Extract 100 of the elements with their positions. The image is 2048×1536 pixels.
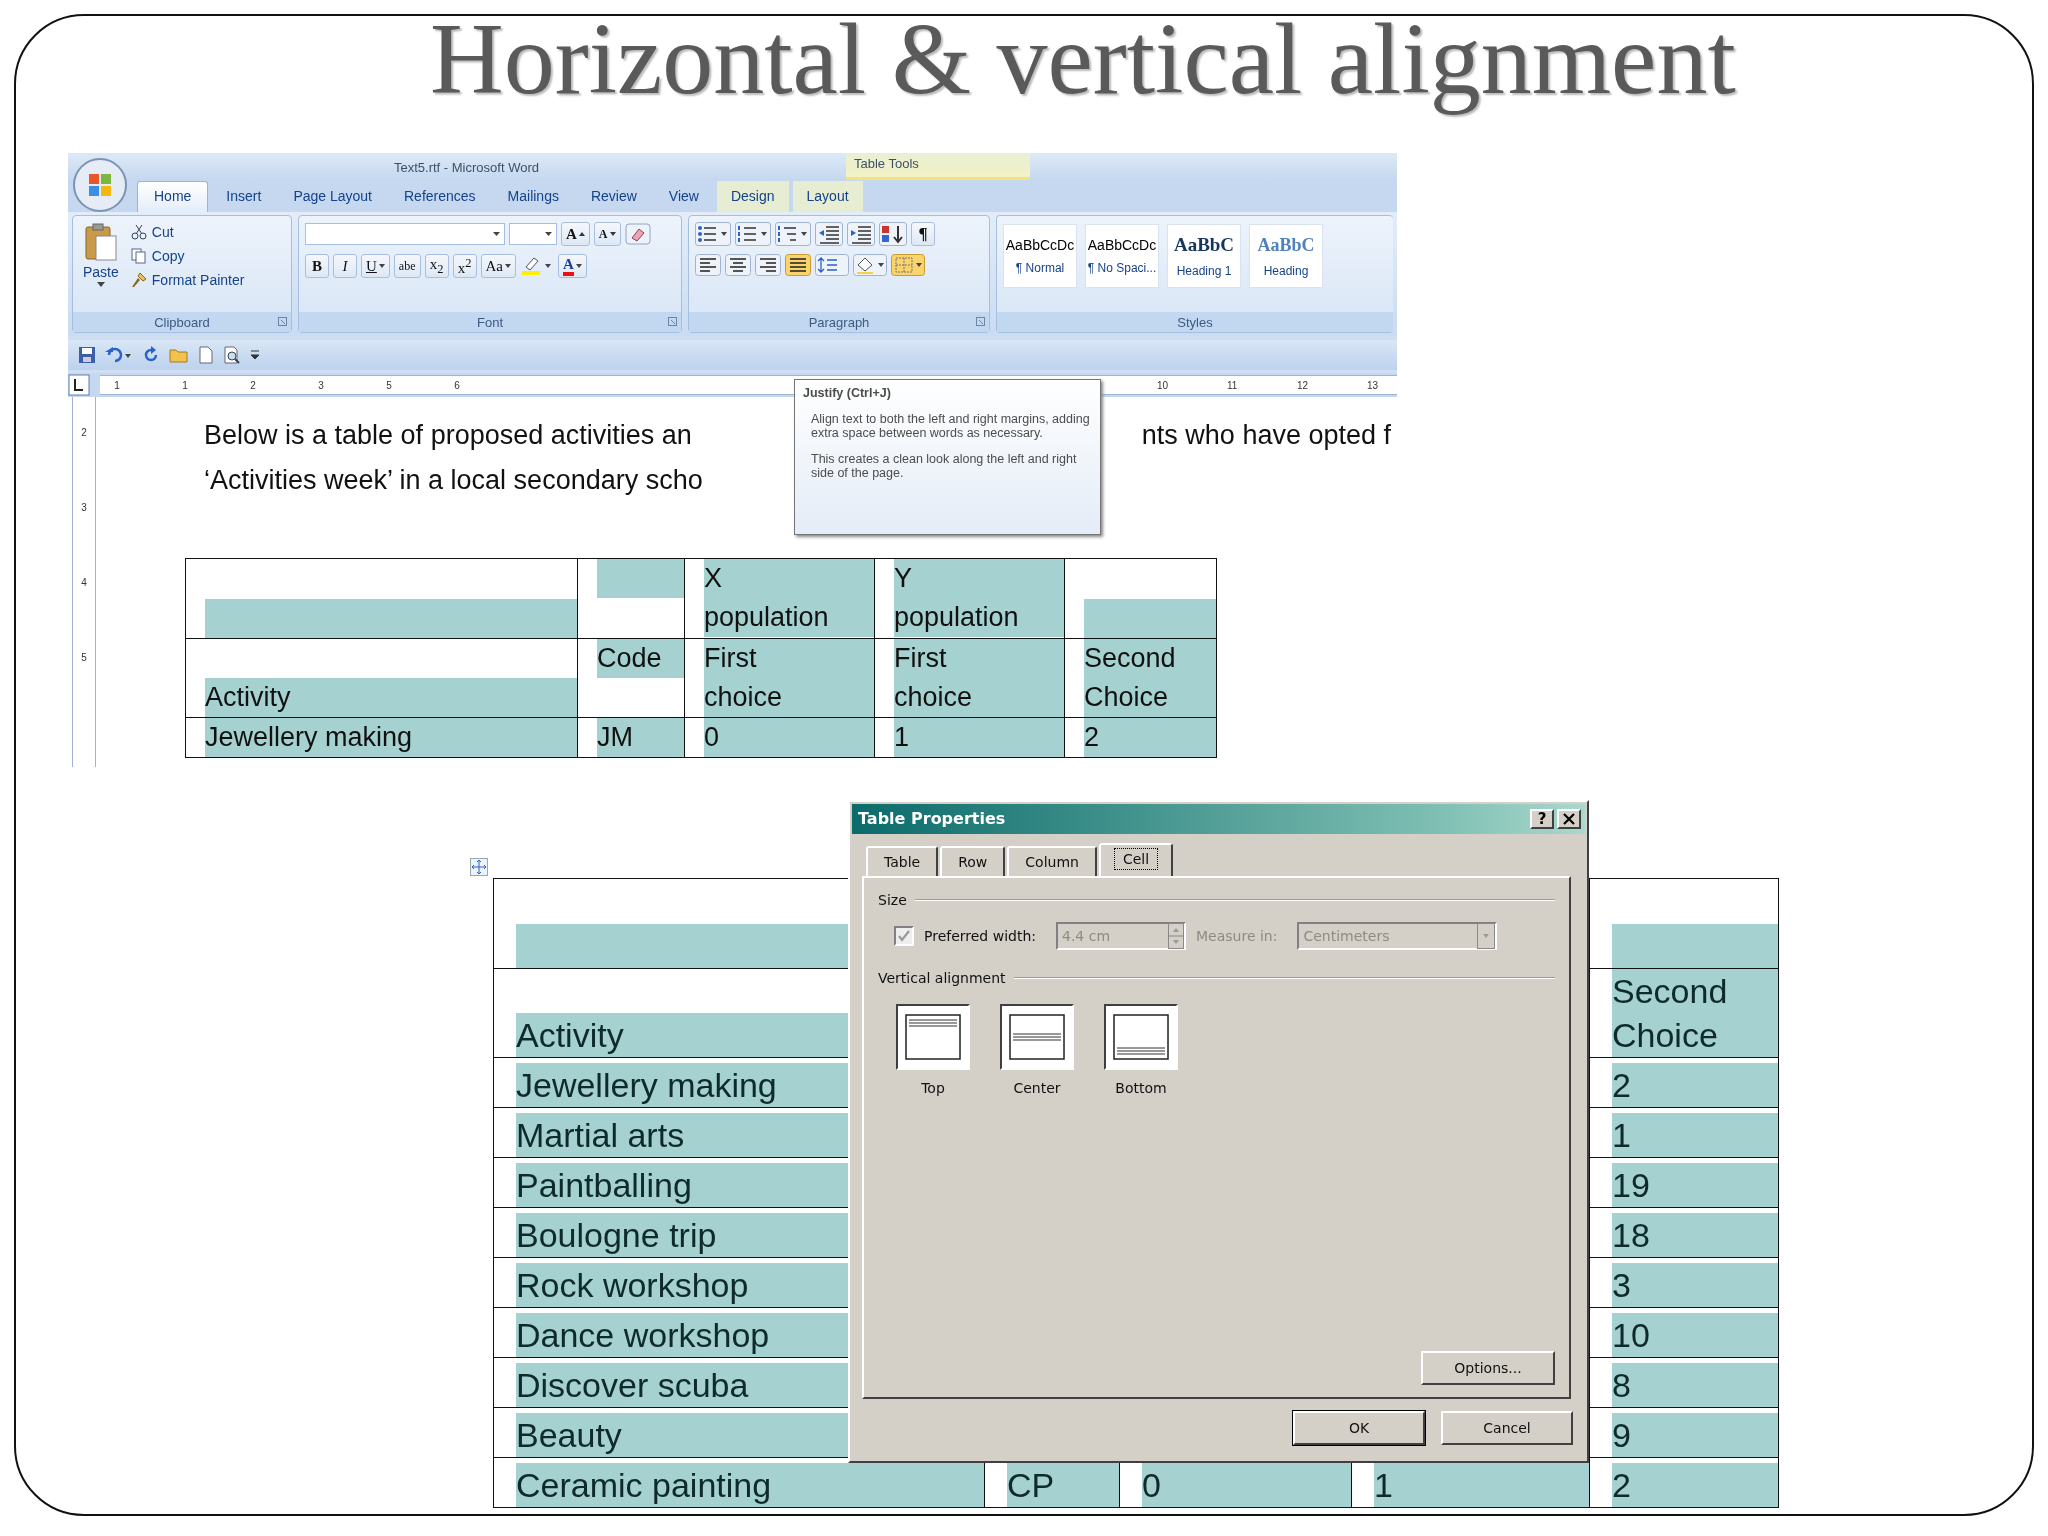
highlighter-icon[interactable]: [520, 255, 554, 277]
font-size-field[interactable]: [509, 223, 557, 245]
numbered-list-icon[interactable]: [735, 222, 771, 246]
multilevel-list-icon[interactable]: [775, 222, 811, 246]
copy-icon: [130, 248, 147, 264]
ribbon-tab[interactable]: Layout: [792, 181, 863, 212]
redo-icon[interactable]: [142, 346, 160, 364]
style-tile[interactable]: AaBbC Heading: [1249, 224, 1323, 288]
grow-font-button[interactable]: A: [561, 222, 590, 246]
ribbon-tab[interactable]: Review: [576, 181, 651, 212]
eraser-icon[interactable]: [624, 223, 651, 245]
table-cell: Second Choice: [1589, 968, 1779, 1058]
style-tile[interactable]: AaBbCcDc ¶ No Spaci...: [1085, 224, 1159, 288]
bullet-list-icon[interactable]: [695, 222, 731, 246]
decrease-indent-icon[interactable]: [815, 222, 843, 246]
dialog-button[interactable]: Cancel: [1441, 1410, 1573, 1445]
tab-selector-icon[interactable]: [68, 374, 90, 396]
table-cell: 8: [1589, 1357, 1779, 1408]
up-triangle-icon: [578, 232, 585, 236]
contextual-tab-header: Table Tools: [846, 153, 1030, 180]
scissors-icon: [130, 224, 147, 240]
document-icon[interactable]: [198, 346, 214, 364]
table-cell: Ceramic painting: [493, 1457, 985, 1508]
paint-bucket-icon[interactable]: [853, 254, 887, 276]
format-button[interactable]: U: [361, 254, 390, 278]
ribbon-tab[interactable]: Design: [716, 181, 789, 212]
align-right-icon[interactable]: [755, 254, 781, 276]
alignment-option-button[interactable]: [1000, 1003, 1074, 1070]
dialog-launcher-icon[interactable]: [278, 317, 287, 326]
format-button[interactable]: Aa: [480, 254, 516, 278]
alignment-option-button[interactable]: [896, 1003, 970, 1070]
clipboard-command[interactable]: Cut: [128, 222, 247, 242]
table-cell: First choice: [684, 638, 875, 718]
shrink-font-button[interactable]: A: [593, 222, 621, 246]
ribbon-tab[interactable]: Mailings: [493, 181, 573, 212]
dialog-tab[interactable]: Table: [866, 845, 939, 876]
slide-title: Horizontal & vertical alignment: [430, 1, 1736, 117]
paste-button[interactable]: Paste: [79, 222, 123, 306]
format-button[interactable]: x$^{2}$: [452, 254, 477, 278]
caret-icon: [505, 264, 511, 268]
ribbon-tab[interactable]: Page Layout: [279, 181, 386, 212]
font-color-button[interactable]: A: [558, 254, 587, 278]
table-cell: 3: [1589, 1257, 1779, 1308]
dialog-launcher-icon[interactable]: [976, 317, 985, 326]
body-text: nts who have opted f: [1141, 419, 1391, 452]
caret-icon: [96, 282, 105, 287]
line-spacing-icon[interactable]: [815, 254, 849, 276]
down-triangle-icon: [609, 232, 616, 236]
format-button[interactable]: abe: [393, 254, 421, 278]
dialog-tab[interactable]: Cell: [1098, 842, 1174, 876]
align-center-icon[interactable]: [725, 254, 751, 276]
clipboard-command[interactable]: Format Painter: [128, 270, 247, 290]
option-label: Top: [921, 1079, 945, 1096]
increase-indent-icon[interactable]: [847, 222, 875, 246]
dialog-tab[interactable]: Row: [940, 845, 1006, 876]
table-cell: 9: [1589, 1407, 1779, 1458]
table-cell: JM: [577, 717, 685, 758]
clipboard-command[interactable]: Copy: [128, 246, 247, 266]
body-text: ‘Activities week’ in a local secondary scho: [204, 464, 703, 497]
help-button[interactable]: ?: [1530, 808, 1554, 829]
close-button[interactable]: [1557, 808, 1581, 829]
align-middle-icon: [1009, 1013, 1065, 1060]
table-cell: 10: [1589, 1307, 1779, 1358]
tooltip-text: Align text to both the left and right margins, adding extra space between words as necessary.: [811, 412, 1090, 440]
print-preview-icon[interactable]: [223, 346, 241, 364]
dialog-launcher-icon[interactable]: [668, 317, 677, 326]
dialog-tab[interactable]: Column: [1007, 845, 1097, 876]
show-marks-button[interactable]: ¶: [911, 222, 935, 246]
move-handle-icon[interactable]: [470, 857, 488, 876]
font-name-field[interactable]: [305, 223, 505, 245]
group-label: Paragraph: [808, 314, 870, 330]
ribbon-tab[interactable]: References: [390, 181, 490, 212]
table-cell: Jewellery making: [185, 717, 578, 758]
options-button[interactable]: Options...: [1421, 1350, 1555, 1385]
save-icon[interactable]: [78, 346, 96, 364]
format-button[interactable]: I: [333, 254, 357, 278]
clipboard-icon: [83, 222, 118, 262]
style-tile[interactable]: AaBbC Heading 1: [1167, 224, 1241, 288]
section-label: Size: [878, 891, 907, 908]
table-cell: 1: [874, 717, 1065, 758]
close-icon: [1563, 812, 1575, 825]
dialog-button[interactable]: OK: [1293, 1410, 1425, 1445]
format-button[interactable]: B: [305, 254, 329, 278]
ribbon-tab[interactable]: Insert: [212, 181, 276, 212]
ribbon-tab[interactable]: Home: [137, 181, 209, 212]
ribbon-tab[interactable]: View: [654, 181, 713, 212]
sort-icon[interactable]: [879, 222, 907, 246]
paintbrush-icon: [130, 272, 147, 288]
alignment-option-button[interactable]: [1104, 1003, 1178, 1070]
align-left-icon[interactable]: [695, 254, 721, 276]
style-tile[interactable]: AaBbCcDc ¶ Normal: [1003, 224, 1077, 288]
format-button[interactable]: x$_{2}$: [424, 254, 449, 278]
table-cell: 19: [1589, 1157, 1779, 1208]
table-cell: 0: [684, 717, 875, 758]
group-label: Clipboard: [154, 314, 210, 330]
undo-icon[interactable]: [105, 346, 133, 364]
justify-icon[interactable]: [785, 254, 811, 276]
customize-caret-icon[interactable]: [250, 350, 260, 360]
spinner-arrows-icon: [1168, 922, 1184, 949]
table-cell: Y population: [874, 558, 1065, 639]
